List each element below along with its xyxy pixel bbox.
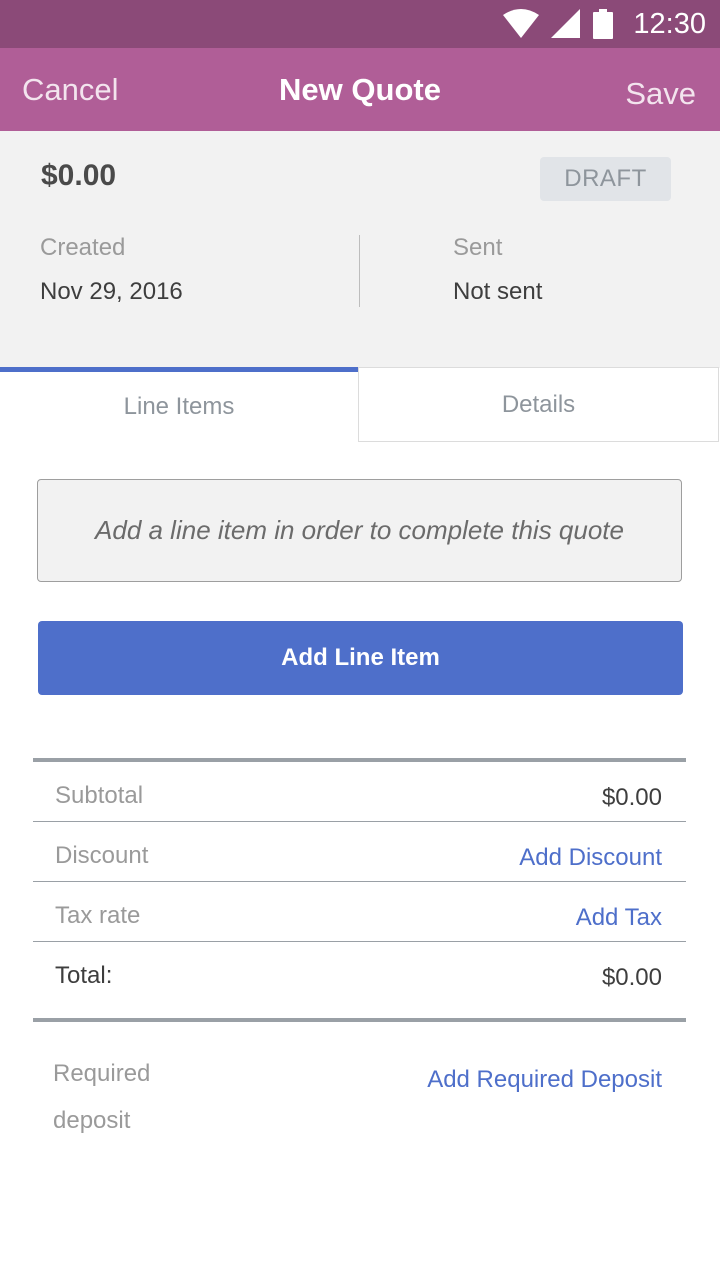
created-info: Created Nov 29, 2016: [40, 234, 183, 306]
subtotal-value: $0.00: [601, 784, 662, 811]
quote-amount: $0.00: [41, 159, 117, 192]
add-required-deposit-link[interactable]: Add Required Deposit: [427, 1066, 662, 1094]
created-label: Created: [40, 234, 126, 261]
discount-row: Discount Add Discount: [33, 822, 686, 882]
created-date: Nov 29, 2016: [40, 278, 183, 305]
app-bar: Cancel New Quote Save: [0, 48, 720, 131]
total-label: Total:: [55, 962, 113, 989]
tax-row: Tax rate Add Tax: [33, 882, 686, 942]
tab-bar: Line Items Details: [0, 367, 720, 442]
total-row: Total: $0.00: [33, 942, 686, 1018]
sent-info: Sent Not sent: [453, 234, 542, 306]
battery-icon: [593, 9, 614, 39]
wifi-icon: [503, 9, 540, 38]
deposit-row: Required deposit Add Required Deposit: [33, 1028, 686, 1134]
empty-line-items-notice: Add a line item in order to complete thi…: [37, 479, 682, 582]
subtotal-row: Subtotal $0.00: [33, 762, 686, 822]
tax-label: Tax rate: [55, 902, 141, 929]
meta-divider: [359, 235, 360, 307]
add-tax-link[interactable]: Add Tax: [576, 904, 662, 932]
add-line-item-button[interactable]: Add Line Item: [38, 621, 683, 695]
quote-summary: $0.00 DRAFT Created Nov 29, 2016 Sent No…: [0, 131, 720, 368]
status-time: 12:30: [633, 7, 706, 40]
status-badge: DRAFT: [540, 157, 671, 201]
totals-table: Subtotal $0.00 Discount Add Discount Tax…: [33, 758, 686, 1022]
tab-details[interactable]: Details: [358, 367, 719, 442]
add-discount-link[interactable]: Add Discount: [519, 844, 662, 872]
sent-label: Sent: [453, 234, 503, 261]
signal-icon: [551, 9, 581, 38]
status-bar: 12:30: [0, 0, 720, 48]
save-button[interactable]: Save: [625, 76, 696, 112]
page-title: New Quote: [279, 72, 441, 107]
status-icons: 12:30: [503, 0, 706, 48]
sent-status: Not sent: [453, 278, 543, 305]
divider: [33, 1018, 686, 1022]
tab-line-items[interactable]: Line Items: [0, 367, 358, 442]
total-value: $0.00: [601, 964, 662, 991]
discount-label: Discount: [55, 842, 149, 869]
cancel-button[interactable]: Cancel: [22, 72, 119, 108]
subtotal-label: Subtotal: [55, 782, 144, 809]
deposit-label: Required deposit: [53, 1060, 151, 1134]
